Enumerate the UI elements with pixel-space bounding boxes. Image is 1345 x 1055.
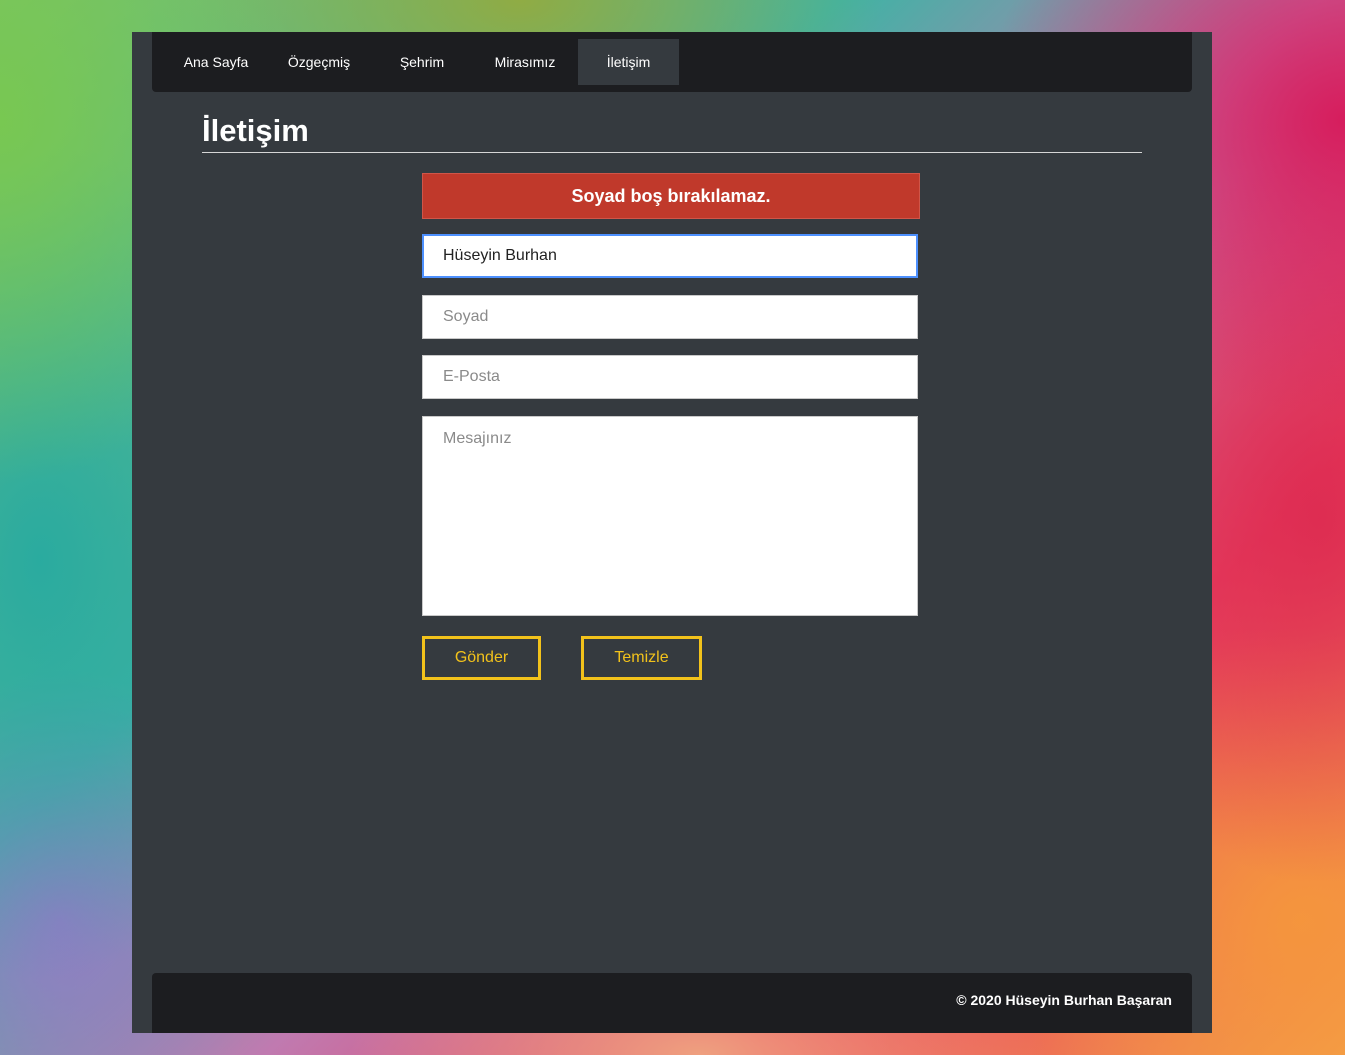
first-name-field[interactable]: [422, 234, 918, 278]
reset-button[interactable]: Temizle: [581, 636, 702, 680]
nav-item-mirasimiz[interactable]: Mirasımız: [478, 39, 572, 85]
copyright-text: © 2020 Hüseyin Burhan Başaran: [956, 992, 1172, 1008]
message-textarea[interactable]: [422, 416, 918, 616]
nav-item-sehrim[interactable]: Şehrim: [378, 39, 466, 85]
email-field[interactable]: [422, 355, 918, 399]
page-container: Ana Sayfa Özgeçmiş Şehrim Mirasımız İlet…: [132, 32, 1212, 1033]
footer: © 2020 Hüseyin Burhan Başaran: [152, 973, 1192, 1033]
nav-item-ozgecmis[interactable]: Özgeçmiş: [272, 39, 366, 85]
submit-button[interactable]: Gönder: [422, 636, 541, 680]
nav-item-iletisim[interactable]: İletişim: [578, 39, 679, 85]
error-alert: Soyad boş bırakılamaz.: [422, 173, 920, 219]
page-title: İletişim: [202, 110, 1142, 153]
nav-item-ana-sayfa[interactable]: Ana Sayfa: [172, 39, 260, 85]
last-name-field[interactable]: [422, 295, 918, 339]
top-navbar: Ana Sayfa Özgeçmiş Şehrim Mirasımız İlet…: [152, 32, 1192, 92]
